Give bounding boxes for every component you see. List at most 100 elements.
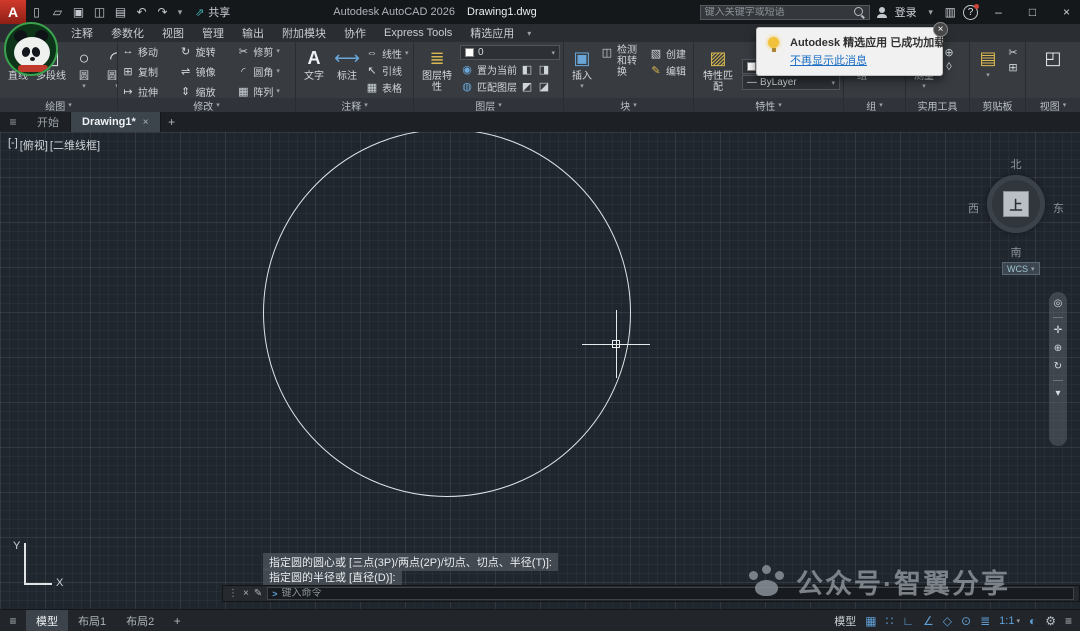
save-as-button[interactable]: ◫ <box>89 1 110 23</box>
toast-close-button[interactable]: × <box>933 22 948 37</box>
tool-copy[interactable]: ⊞复制 <box>121 63 177 79</box>
lineweight-toggle-icon[interactable]: ≣ <box>980 615 990 627</box>
panel-label-layers[interactable]: 图层▾ <box>414 98 563 112</box>
maximize-button[interactable]: □ <box>1019 0 1046 24</box>
tool-circle[interactable]: ○圆▾ <box>69 45 99 90</box>
new-drawing-button[interactable]: + <box>161 112 183 132</box>
open-file-button[interactable]: ▱ <box>47 1 68 23</box>
tool-fillet[interactable]: ◜圆角▾ <box>236 63 292 79</box>
panel-label-utilities[interactable]: 实用工具 <box>906 98 969 112</box>
save-button[interactable]: ▣ <box>68 1 89 23</box>
tool-trim[interactable]: ✂修剪▾ <box>236 43 292 59</box>
command-grip-handle[interactable]: ⋮ <box>228 588 238 599</box>
new-layout-button[interactable]: + <box>164 614 190 628</box>
tool-layer-properties[interactable]: ≣图层特性 <box>417 45 457 93</box>
panel-label-properties[interactable]: 特性▾ <box>694 98 843 112</box>
osnap-toggle-icon[interactable]: ⊙ <box>961 615 971 627</box>
tool-dimension[interactable]: ⟷标注 <box>332 45 362 82</box>
tool-insert-block[interactable]: ▣插入▾ <box>567 45 597 90</box>
tool-rotate[interactable]: ↻旋转 <box>179 43 235 59</box>
panel-label-group[interactable]: 组▾ <box>844 98 905 112</box>
panel-label-modify[interactable]: 修改▾ <box>118 98 295 112</box>
tool-make-current[interactable]: ◉置为当前◧◨ <box>460 61 560 77</box>
tool-match-properties[interactable]: ▨特性匹配 <box>697 45 739 93</box>
login-dropdown[interactable]: ▾ <box>924 1 938 23</box>
cut-icon[interactable]: ✂ <box>1006 45 1020 59</box>
tool-array[interactable]: ▦阵列▾ <box>236 83 292 98</box>
undo-button[interactable]: ↶ <box>131 1 152 23</box>
tool-create-block[interactable]: ▧创建 <box>649 45 686 61</box>
visual-style-control[interactable]: [二维线框] <box>50 137 100 153</box>
point-style-icon[interactable]: ◊ <box>942 60 956 74</box>
layout1-tab[interactable]: 布局1 <box>68 610 116 631</box>
tool-convert-block[interactable]: ◫检测和转换 <box>600 45 646 78</box>
tab-annotate[interactable]: 注释 <box>62 24 102 42</box>
drawn-circle[interactable] <box>263 132 631 497</box>
layer-select[interactable]: 0▾ <box>460 45 560 60</box>
viewcube-west[interactable]: 西 <box>968 200 979 216</box>
tool-scale[interactable]: ⇕缩放 <box>179 83 235 98</box>
isolate-objects-icon[interactable]: ◐ <box>1029 615 1036 627</box>
tab-output[interactable]: 输出 <box>233 24 273 42</box>
layer-off-icon[interactable]: ◩ <box>520 79 534 93</box>
copy-clip-icon[interactable]: ⊞ <box>1006 60 1020 74</box>
close-button[interactable]: × <box>1053 0 1080 24</box>
viewcube-south[interactable]: 南 <box>1011 244 1022 260</box>
file-tab-drawing1[interactable]: Drawing1*× <box>71 112 161 132</box>
steering-wheel-icon[interactable]: ◎ <box>1054 299 1063 309</box>
orbit-icon[interactable]: ↻ <box>1054 362 1062 372</box>
drawing-canvas[interactable]: [-] [俯视] [二维线框] 北 西 东 南 上 WCS▾ ◎ ✛ ⊕ ↻ <box>0 132 1080 609</box>
viewcube-ring[interactable]: 上 <box>987 175 1045 233</box>
tab-close-icon[interactable]: × <box>143 117 149 128</box>
tool-edit-block[interactable]: ✎编辑 <box>649 62 686 78</box>
viewcube-top-face[interactable]: 上 <box>1003 191 1029 217</box>
grid-toggle-icon[interactable]: ▦ <box>865 615 876 627</box>
panel-label-draw[interactable]: 绘图▾ <box>0 98 117 112</box>
app-menu-button[interactable]: A <box>0 0 26 24</box>
model-tab[interactable]: 模型 <box>26 610 68 631</box>
panel-label-clipboard[interactable]: 剪贴板 <box>970 98 1025 112</box>
qat-dropdown-button[interactable]: ▾ <box>173 1 187 23</box>
tool-match-layer[interactable]: ◍匹配图层◩◪ <box>460 78 560 94</box>
search-icon[interactable] <box>854 7 865 18</box>
layer-isolate-icon[interactable]: ◪ <box>537 79 551 93</box>
panel-label-annotate[interactable]: 注释▾ <box>296 98 413 112</box>
file-tab-start[interactable]: 开始 <box>26 112 71 132</box>
tab-manage[interactable]: 管理 <box>193 24 233 42</box>
redo-button[interactable]: ↷ <box>152 1 173 23</box>
file-tab-menu-icon[interactable]: ≡ <box>0 112 26 132</box>
share-button[interactable]: ⇗共享 <box>187 4 238 20</box>
workspace-gear-icon[interactable]: ⚙ <box>1045 615 1056 627</box>
tool-linear-dim[interactable]: ⇔线性▾ <box>365 45 409 61</box>
new-file-button[interactable]: ▯ <box>26 1 47 23</box>
snap-toggle-icon[interactable]: ∷ <box>886 615 894 627</box>
isodraft-toggle-icon[interactable]: ◇ <box>943 615 952 627</box>
view-control[interactable]: [俯视] <box>20 137 48 153</box>
tool-table[interactable]: ▦表格 <box>365 79 409 95</box>
tab-featured-apps[interactable]: 精选应用 <box>461 24 523 42</box>
help-icon[interactable]: ? <box>963 5 978 20</box>
tool-stretch[interactable]: ↦拉伸 <box>121 83 177 98</box>
ortho-toggle-icon[interactable]: ∟ <box>902 615 914 627</box>
pan-icon[interactable]: ✛ <box>1054 326 1062 336</box>
layout-menu-icon[interactable]: ≡ <box>0 614 26 628</box>
login-button[interactable]: 登录 <box>895 4 917 20</box>
tool-arc[interactable]: ◠圆弧▾ <box>102 45 117 90</box>
plot-button[interactable]: ▤ <box>110 1 131 23</box>
layout2-tab[interactable]: 布局2 <box>116 610 164 631</box>
viewcube-north[interactable]: 北 <box>1011 156 1022 172</box>
layer-lock-icon[interactable]: ◨ <box>537 62 551 76</box>
model-space-toggle[interactable]: 模型 <box>834 613 856 629</box>
toast-dismiss-link[interactable]: 不再显示此消息 <box>790 52 867 68</box>
command-customize-icon[interactable]: ✎ <box>254 588 262 599</box>
tool-move[interactable]: ↔移动 <box>121 43 177 59</box>
tool-leader[interactable]: ↖引线 <box>365 62 409 78</box>
layer-freeze-icon[interactable]: ◧ <box>520 62 534 76</box>
linetype-select[interactable]: —ByLayer▾ <box>742 75 840 90</box>
help-search-field[interactable] <box>700 5 870 20</box>
tab-collaborate[interactable]: 协作 <box>335 24 375 42</box>
wcs-dropdown[interactable]: WCS▾ <box>1002 262 1040 275</box>
tab-express-tools[interactable]: Express Tools <box>375 24 461 42</box>
panel-label-block[interactable]: 块▾ <box>564 98 693 112</box>
viewcube-east[interactable]: 东 <box>1053 200 1064 216</box>
